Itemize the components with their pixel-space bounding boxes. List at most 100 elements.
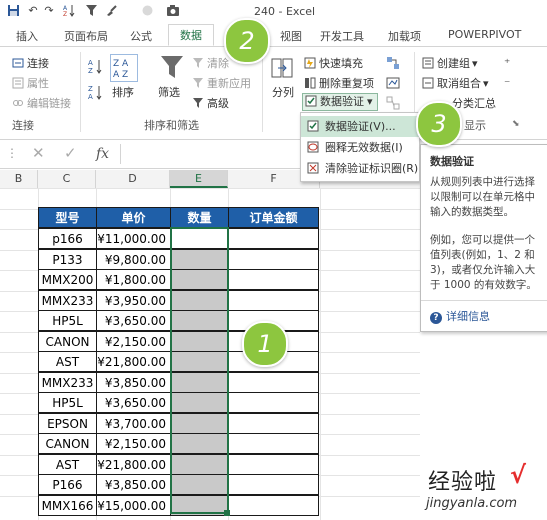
cell-unit-price[interactable]: ¥21,800.00 <box>96 454 171 475</box>
tab-view[interactable]: 视图 <box>280 28 302 44</box>
tab-page-layout[interactable]: 页面布局 <box>64 28 108 44</box>
tab-insert[interactable]: 插入 <box>16 28 38 44</box>
cell-unit-price[interactable]: ¥3,950.00 <box>96 290 171 311</box>
cell-order-amount[interactable] <box>228 372 319 393</box>
sort-az-icon[interactable]: AZ <box>62 4 76 18</box>
filter-icon[interactable] <box>84 4 98 18</box>
cell-unit-price[interactable]: ¥11,000.00 <box>96 228 171 249</box>
ungroup-button[interactable]: 取消组合 ▾ <box>422 75 489 91</box>
cell-model[interactable]: CANON <box>38 331 97 352</box>
cell-quantity[interactable] <box>170 372 229 393</box>
cell-unit-price[interactable]: ¥3,850.00 <box>96 372 171 393</box>
cell-model[interactable]: p166 <box>38 228 97 249</box>
subtotal-button[interactable]: 分类汇总 <box>452 95 496 111</box>
cell-order-amount[interactable] <box>228 474 319 495</box>
connections-button[interactable]: 连接 <box>12 55 49 71</box>
fill-handle[interactable] <box>224 510 230 516</box>
consolidate-icon[interactable] <box>386 56 400 73</box>
sort-button-label[interactable]: 排序 <box>112 84 134 100</box>
cell-quantity[interactable] <box>170 433 229 454</box>
show-detail-icon[interactable]: ⁺ <box>504 56 510 70</box>
cell-quantity[interactable] <box>170 413 229 434</box>
camera-icon[interactable] <box>166 4 180 18</box>
cell-quantity[interactable] <box>170 495 229 516</box>
sort-dialog-icon[interactable]: Z AA Z <box>110 54 138 82</box>
formula-input[interactable] <box>121 143 301 165</box>
header-order-amount[interactable]: 订单金额 <box>228 207 319 228</box>
clear-filter-button[interactable]: 清除 <box>192 55 229 71</box>
cell-order-amount[interactable] <box>228 454 319 475</box>
cell-order-amount[interactable] <box>228 413 319 434</box>
cell-quantity[interactable] <box>170 454 229 475</box>
cell-model[interactable]: AST <box>38 454 97 475</box>
cell-order-amount[interactable] <box>228 433 319 454</box>
cell-unit-price[interactable]: ¥2,150.00 <box>96 433 171 454</box>
group-button[interactable]: 创建组 ▾ <box>422 55 478 71</box>
text-to-columns-label[interactable]: 分列 <box>272 84 294 100</box>
cell-order-amount[interactable] <box>228 249 319 270</box>
cell-unit-price[interactable]: ¥3,650.00 <box>96 392 171 413</box>
cell-unit-price[interactable]: ¥1,800.00 <box>96 269 171 290</box>
cell-quantity[interactable] <box>170 249 229 270</box>
filter-funnel-icon[interactable] <box>160 54 184 83</box>
cell-model[interactable]: P166 <box>38 474 97 495</box>
menu-item-data-validation[interactable]: 数据验证(V)... <box>301 116 419 137</box>
cell-order-amount[interactable] <box>228 392 319 413</box>
brush-icon[interactable] <box>104 4 118 18</box>
save-icon[interactable] <box>6 4 20 18</box>
cell-quantity[interactable] <box>170 392 229 413</box>
cell-model[interactable]: HP5L <box>38 392 97 413</box>
cell-quantity[interactable] <box>170 331 229 352</box>
cell-model[interactable]: MMX233 <box>38 372 97 393</box>
cell-model[interactable]: HP5L <box>38 310 97 331</box>
dialog-launcher-icon[interactable]: ⬊ <box>512 119 520 129</box>
cell-model[interactable]: CANON <box>38 433 97 454</box>
cell-order-amount[interactable] <box>228 495 319 516</box>
sort-descending-icon[interactable]: ZA <box>88 84 104 103</box>
cell-model[interactable]: MMX200 <box>38 269 97 290</box>
tooltip-help-link[interactable]: ? 详细信息 <box>430 308 490 324</box>
tab-developer[interactable]: 开发工具 <box>320 28 364 44</box>
cell-order-amount[interactable] <box>228 228 319 249</box>
what-if-icon[interactable] <box>386 76 400 93</box>
hide-detail-icon[interactable]: ⁻ <box>504 76 510 90</box>
header-model[interactable]: 型号 <box>38 207 97 228</box>
cell-model[interactable]: P133 <box>38 249 97 270</box>
cell-unit-price[interactable]: ¥3,650.00 <box>96 310 171 331</box>
cell-unit-price[interactable]: ¥9,800.00 <box>96 249 171 270</box>
tab-data[interactable]: 数据 <box>168 24 214 46</box>
cell-unit-price[interactable]: ¥3,700.00 <box>96 413 171 434</box>
column-header-c[interactable]: C <box>38 170 96 188</box>
menu-item-clear-circles[interactable]: 清除验证标识圈(R) <box>301 158 419 179</box>
cell-model[interactable]: EPSON <box>38 413 97 434</box>
cell-unit-price[interactable]: ¥15,000.00 <box>96 495 171 516</box>
tab-powerpivot[interactable]: POWERPIVOT <box>448 28 521 41</box>
circle-icon[interactable] <box>140 4 154 18</box>
cell-unit-price[interactable]: ¥3,850.00 <box>96 474 171 495</box>
cell-quantity[interactable] <box>170 474 229 495</box>
column-header-b[interactable]: B <box>0 170 38 188</box>
cell-quantity[interactable] <box>170 228 229 249</box>
cell-model[interactable]: MMX166 <box>38 495 97 516</box>
cell-model[interactable]: AST <box>38 351 97 372</box>
cell-unit-price[interactable]: ¥2,150.00 <box>96 331 171 352</box>
enter-icon[interactable]: ✓ <box>64 144 77 162</box>
cell-order-amount[interactable] <box>228 269 319 290</box>
reapply-button[interactable]: 重新应用 <box>192 75 251 91</box>
filter-button-label[interactable]: 筛选 <box>158 84 180 100</box>
more-icon[interactable]: ⋮ <box>6 146 18 160</box>
header-quantity[interactable]: 数量 <box>170 207 229 228</box>
text-to-columns-icon[interactable] <box>270 56 294 83</box>
relationships-icon[interactable] <box>386 96 400 113</box>
header-unit-price[interactable]: 单价 <box>96 207 171 228</box>
advanced-filter-button[interactable]: 高级 <box>192 95 229 111</box>
column-header-d[interactable]: D <box>96 170 170 188</box>
cell-model[interactable]: MMX233 <box>38 290 97 311</box>
cell-unit-price[interactable]: ¥21,800.00 <box>96 351 171 372</box>
cell-quantity[interactable] <box>170 351 229 372</box>
cell-quantity[interactable] <box>170 290 229 311</box>
properties-button[interactable]: 属性 <box>12 75 49 91</box>
cancel-icon[interactable]: ✕ <box>32 144 45 162</box>
edit-links-button[interactable]: 编辑链接 <box>12 95 71 111</box>
cell-order-amount[interactable] <box>228 290 319 311</box>
